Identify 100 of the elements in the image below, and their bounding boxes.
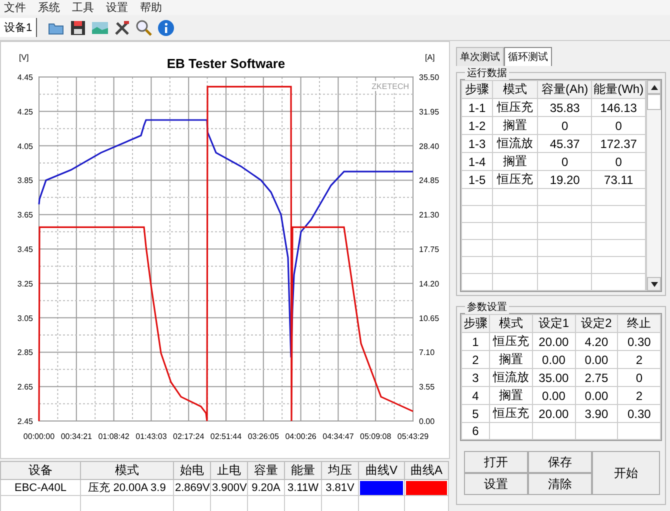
table-cell: 20.00 bbox=[532, 404, 576, 422]
tick-label: 00:34:21 bbox=[60, 432, 92, 441]
table-cell: 3.90 bbox=[575, 404, 618, 422]
tick-label: 04:00:26 bbox=[285, 432, 316, 441]
up-arrow-icon[interactable] bbox=[650, 84, 658, 90]
tick-label: 03:26:05 bbox=[248, 432, 279, 441]
menu-item[interactable]: 系统 bbox=[38, 0, 60, 15]
tick-label: 0.00 bbox=[419, 417, 435, 426]
table-cell: 搁置 bbox=[492, 152, 538, 170]
table-cell: 4.20 bbox=[575, 332, 618, 350]
table-cell: 0.30 bbox=[618, 332, 660, 350]
table-cell: 6 bbox=[462, 422, 490, 440]
column-header: 曲线A bbox=[404, 462, 448, 480]
table-cell: 0.00 bbox=[532, 350, 576, 368]
tick-label: 3.05 bbox=[17, 314, 33, 323]
tick-label: 4.45 bbox=[17, 73, 33, 82]
table-cell: EBC-A40L bbox=[0, 480, 80, 496]
column-header: 模式 bbox=[492, 80, 538, 98]
table-cell: 1 bbox=[462, 332, 490, 350]
tick-label: 05:09:08 bbox=[360, 432, 392, 441]
table-cell: 恒流放 bbox=[492, 134, 538, 152]
tick-label: 01:43:03 bbox=[136, 432, 167, 441]
action-button[interactable]: 设置 bbox=[464, 473, 528, 495]
tick-label: 3.45 bbox=[17, 245, 33, 254]
tick-label: 35.50 bbox=[419, 73, 440, 82]
device-tab[interactable]: 设备1 bbox=[0, 18, 38, 37]
tick-label: 17.75 bbox=[419, 245, 440, 254]
action-button[interactable]: 打开 bbox=[464, 451, 528, 473]
menu-item[interactable]: 设置 bbox=[106, 0, 128, 15]
column-header: 止电 bbox=[210, 462, 248, 480]
table-cell: 20.00 bbox=[532, 332, 576, 350]
column-header: 能量 bbox=[284, 462, 322, 480]
table-cell: 压充 20.00A 3.9 bbox=[80, 480, 174, 496]
table-cell: 0 bbox=[538, 116, 592, 134]
table-cell: 恒压充 bbox=[489, 404, 532, 422]
tick-label: 24.85 bbox=[419, 176, 440, 186]
tick-label: 4.05 bbox=[17, 142, 33, 151]
axis-unit: [V] bbox=[19, 53, 29, 62]
column-header: 设备 bbox=[0, 462, 80, 480]
scroll-thumb[interactable] bbox=[647, 94, 661, 110]
table-cell: 1-4 bbox=[462, 152, 492, 170]
test-tab[interactable]: 循环测试 bbox=[504, 47, 552, 66]
tick-label: 05:43:29 bbox=[397, 432, 429, 441]
info-icon[interactable] bbox=[157, 18, 176, 36]
table-cell: 1-3 bbox=[462, 134, 492, 152]
menu-item[interactable]: 帮助 bbox=[140, 0, 162, 15]
table-cell: 1-5 bbox=[462, 170, 492, 188]
tick-label: 3.65 bbox=[17, 210, 33, 220]
table-cell: 0.00 bbox=[575, 386, 618, 404]
tick-label: 4.25 bbox=[17, 107, 33, 116]
table-cell: 2.75 bbox=[575, 368, 618, 386]
tick-label: 2.45 bbox=[17, 417, 33, 426]
column-header: 能量(Wh) bbox=[592, 80, 646, 98]
tick-label: 02:51:44 bbox=[210, 432, 242, 441]
column-header: 步骤 bbox=[462, 80, 492, 98]
tick-label: 01:08:42 bbox=[98, 432, 130, 441]
tick-label: 00:00:00 bbox=[23, 432, 55, 441]
action-button[interactable]: 清除 bbox=[528, 473, 592, 495]
column-header: 模式 bbox=[80, 462, 174, 480]
tick-label: 3.55 bbox=[419, 382, 435, 392]
table-cell: 恒压充 bbox=[489, 332, 532, 350]
scrollbar[interactable] bbox=[646, 80, 661, 291]
menu-item[interactable]: 工具 bbox=[72, 0, 94, 15]
column-header: 容量(Ah) bbox=[538, 80, 592, 98]
table-cell: 35.00 bbox=[532, 368, 576, 386]
table-cell: 3 bbox=[462, 368, 490, 386]
tick-label: 2.65 bbox=[17, 382, 33, 392]
table-cell: 恒压充 bbox=[492, 98, 538, 116]
table-cell: 0.00 bbox=[532, 386, 576, 404]
tick-label: 28.40 bbox=[419, 142, 440, 151]
column-header: 终止 bbox=[618, 314, 660, 332]
action-button[interactable]: 保存 bbox=[528, 451, 592, 473]
save-icon[interactable] bbox=[69, 18, 88, 36]
table-cell: 19.20 bbox=[538, 170, 592, 188]
table-cell: 2 bbox=[462, 350, 490, 368]
table-cell: 0 bbox=[538, 152, 592, 170]
table-cell: 1-2 bbox=[462, 116, 492, 134]
test-tab[interactable]: 单次测试 bbox=[456, 47, 504, 66]
table-cell: 45.37 bbox=[538, 134, 592, 152]
table-cell: 0.00 bbox=[575, 350, 618, 368]
table-cell: 0.30 bbox=[618, 404, 660, 422]
table-cell: 2.869V bbox=[174, 480, 210, 496]
column-header: 设定2 bbox=[575, 314, 618, 332]
brand-label: ZKETECH bbox=[372, 82, 409, 91]
tick-label: 14.20 bbox=[419, 279, 440, 288]
tick-label: 2.85 bbox=[17, 348, 33, 358]
tick-label: 31.95 bbox=[419, 107, 440, 116]
column-header: 步骤 bbox=[462, 314, 490, 332]
table-cell: 恒压充 bbox=[492, 170, 538, 188]
down-arrow-icon[interactable] bbox=[650, 282, 658, 286]
column-header: 容量 bbox=[248, 462, 284, 480]
tick-label: 3.85 bbox=[17, 176, 33, 186]
table-cell: 0 bbox=[618, 368, 660, 386]
menu-item[interactable]: 文件 bbox=[4, 0, 26, 15]
action-button[interactable]: 开始 bbox=[592, 451, 660, 495]
search-icon[interactable] bbox=[135, 18, 154, 36]
tools-icon[interactable] bbox=[113, 18, 132, 36]
group-title: 运行数据 bbox=[465, 66, 509, 80]
table-cell: 搁置 bbox=[489, 386, 532, 404]
chart-title: EB Tester Software bbox=[166, 56, 286, 71]
